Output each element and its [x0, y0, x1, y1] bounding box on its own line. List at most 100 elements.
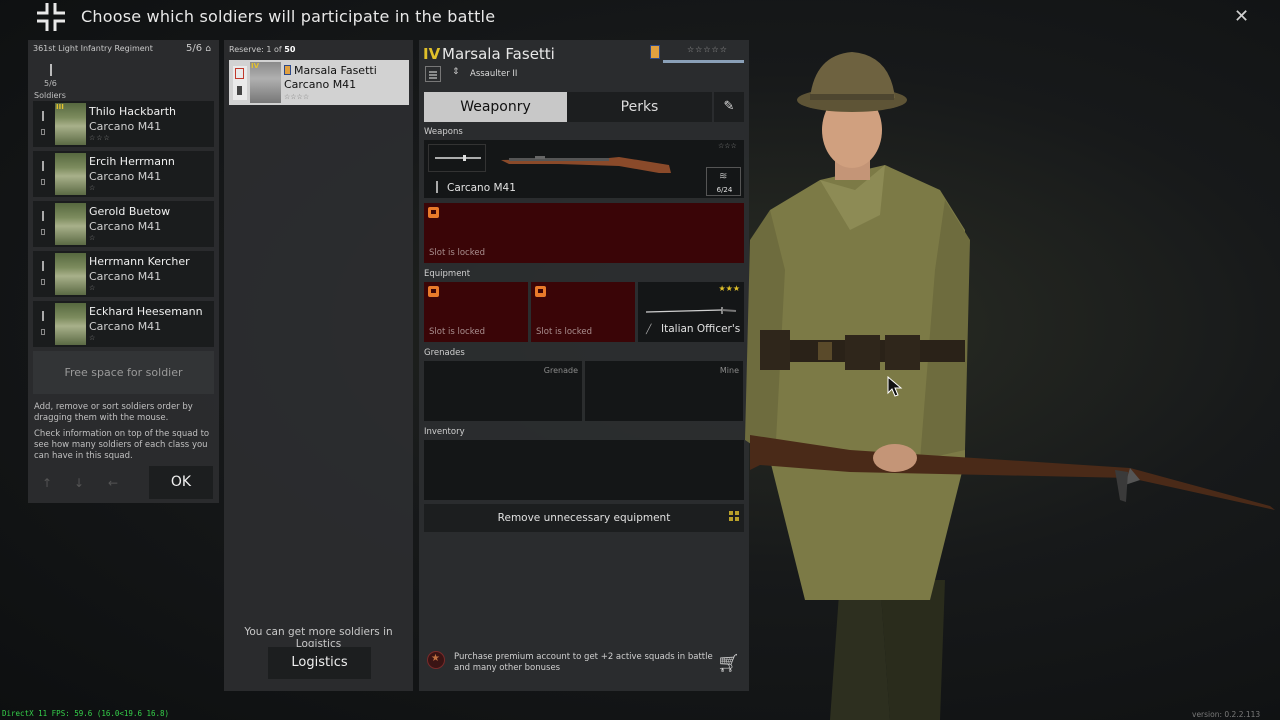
- soldier-portrait: [55, 253, 86, 295]
- soldier-weapon: Carcano M41: [89, 270, 162, 283]
- remove-equipment-button[interactable]: Remove unnecessary equipment: [424, 504, 744, 532]
- rifle-class-icon: [436, 181, 438, 193]
- soldier-row[interactable]: III Thilo Hackbarth Carcano M41 ☆☆☆: [33, 101, 214, 147]
- soldier-weapon: Carcano M41: [89, 120, 162, 133]
- sort-icon[interactable]: ⇕: [452, 67, 460, 77]
- soldier-stars: ☆: [89, 334, 97, 342]
- iron-cross-icon: [34, 0, 68, 34]
- move-to-reserve-icon[interactable]: ←: [108, 476, 118, 490]
- rifle-class-icon: [50, 64, 52, 76]
- soldier-name: Marsala Fasetti: [442, 45, 555, 63]
- free-soldier-slot[interactable]: Free space for soldier: [33, 351, 214, 394]
- soldier-name: Ercih Herrmann: [89, 155, 175, 168]
- soldiers-label: Soldiers: [34, 91, 66, 100]
- notes-icon: [235, 68, 244, 79]
- soldier-weapon: Carcano M41: [284, 78, 357, 91]
- soldier-stars: ☆: [89, 284, 97, 292]
- ammo-icon: [237, 86, 242, 95]
- squad-count: 5/6 ⌂: [186, 43, 211, 54]
- lock-icon: ⌂: [205, 44, 211, 54]
- rifle-class-icon: [42, 161, 44, 171]
- soldier-detail-panel: IV Marsala Fasetti ☆☆☆☆☆ ⇕ Assaulter II …: [419, 40, 749, 691]
- grenades-label: Grenades: [424, 348, 465, 358]
- page-title: Choose which soldiers will participate i…: [81, 7, 496, 26]
- bayonet-thumbnail: [428, 144, 486, 172]
- rank-badge: III: [56, 103, 64, 111]
- soldier-name: Herrmann Kercher: [89, 255, 190, 268]
- grenade-slot[interactable]: Grenade: [424, 361, 582, 421]
- locked-equipment-slot: Slot is locked: [531, 282, 635, 342]
- grenade-slot-label: Grenade: [543, 366, 578, 375]
- list-icon[interactable]: [425, 66, 441, 82]
- soldier-stars: ☆☆☆☆: [284, 93, 310, 101]
- mouse-cursor-icon: [887, 376, 903, 397]
- soldier-class: Assaulter II: [470, 69, 518, 79]
- melee-icon: ╱: [646, 325, 652, 335]
- soldier-stars: ☆: [89, 234, 97, 242]
- ammo-icon: [41, 229, 45, 235]
- equipment-slot[interactable]: ★★★ ╱ Italian Officer's: [638, 282, 744, 342]
- slot-locked-text: Slot is locked: [429, 327, 485, 337]
- ammo-icon: [41, 279, 45, 285]
- drag-hint: Add, remove or sort soldiers order by dr…: [34, 402, 193, 423]
- soldier-stars: ☆: [89, 184, 97, 192]
- inventory-slot[interactable]: [424, 440, 744, 500]
- soldier-row[interactable]: Eckhard Heesemann Carcano M41 ☆: [33, 301, 214, 347]
- fps-counter: DirectX 11 FPS: 59.6 (16.0<19.6 16.8): [2, 709, 170, 718]
- move-down-icon[interactable]: ↓: [74, 476, 84, 490]
- soldier-name: Eckhard Heesemann: [89, 305, 203, 318]
- slot-locked-text: Slot is locked: [429, 248, 485, 258]
- soldier-name: Marsala Fasetti: [294, 64, 377, 77]
- rank-badge: IV: [423, 45, 441, 63]
- soldier-model: [745, 52, 1275, 720]
- reserve-label: Reserve: 1 of 50: [229, 45, 296, 54]
- weapons-label: Weapons: [424, 127, 463, 137]
- inventory-label: Inventory: [424, 427, 465, 437]
- rifle-class-icon: [42, 111, 44, 121]
- close-icon[interactable]: ✕: [1234, 6, 1249, 27]
- soldier-weapon: Carcano M41: [89, 320, 162, 333]
- soldier-name: Thilo Hackbarth: [89, 105, 176, 118]
- rifle-class-icon: [42, 311, 44, 321]
- rifle-class-icon: [42, 211, 44, 221]
- squad-panel: 361st Light Infantry Regiment 5/6 ⌂ 5/6 …: [28, 40, 219, 503]
- soldier-weapon: Carcano M41: [89, 170, 162, 183]
- soldier-row[interactable]: Ercih Herrmann Carcano M41 ☆: [33, 151, 214, 197]
- medal-icon: [284, 65, 291, 75]
- soldier-stars: ☆☆☆☆☆: [687, 45, 728, 54]
- remove-equipment-label: Remove unnecessary equipment: [497, 512, 671, 524]
- weapon-name: Carcano M41: [447, 182, 516, 194]
- medal-icon: [650, 45, 660, 59]
- class-hint: Check information on top of the squad to…: [34, 429, 210, 461]
- move-up-icon[interactable]: ↑: [42, 476, 52, 490]
- rifle-class-icon: [42, 261, 44, 271]
- locked-weapon-slot: Slot is locked: [424, 203, 744, 263]
- premium-promo-text: Purchase premium account to get +2 activ…: [454, 652, 713, 673]
- rifle-image: [501, 156, 671, 173]
- soldier-row[interactable]: Herrmann Kercher Carcano M41 ☆: [33, 251, 214, 297]
- slot-locked-text: Slot is locked: [536, 327, 592, 337]
- locked-equipment-slot: Slot is locked: [424, 282, 528, 342]
- lock-icon: [428, 286, 439, 297]
- premium-icon: [427, 651, 445, 669]
- reserve-soldier-card[interactable]: IV Marsala Fasetti Carcano M41 ☆☆☆☆: [229, 60, 409, 105]
- version-label: version: 0.2.2.113: [1192, 710, 1261, 719]
- soldier-portrait: [55, 303, 86, 345]
- reserve-panel: Reserve: 1 of 50 IV Marsala Fasetti Carc…: [224, 40, 413, 691]
- logistics-button[interactable]: Logistics: [268, 647, 371, 679]
- rank-badge: IV: [251, 62, 260, 70]
- tab-weaponry[interactable]: Weaponry: [424, 92, 567, 122]
- mine-slot[interactable]: Mine: [585, 361, 743, 421]
- lock-icon: [535, 286, 546, 297]
- lock-icon: [428, 207, 439, 218]
- ammo-icon: [41, 179, 45, 185]
- soldier-row[interactable]: Gerold Buetow Carcano M41 ☆: [33, 201, 214, 247]
- soldier-name: Gerold Buetow: [89, 205, 171, 218]
- soldier-portrait: [55, 153, 86, 195]
- class-count: 5/6: [44, 79, 57, 88]
- ok-button[interactable]: OK: [149, 466, 213, 499]
- ammo-icon: [41, 129, 45, 135]
- ammo-icon: ≋: [719, 171, 728, 182]
- primary-weapon-slot[interactable]: Carcano M41 ☆☆☆ ≋ 6/24: [424, 140, 744, 198]
- tab-perks[interactable]: Perks: [567, 92, 712, 122]
